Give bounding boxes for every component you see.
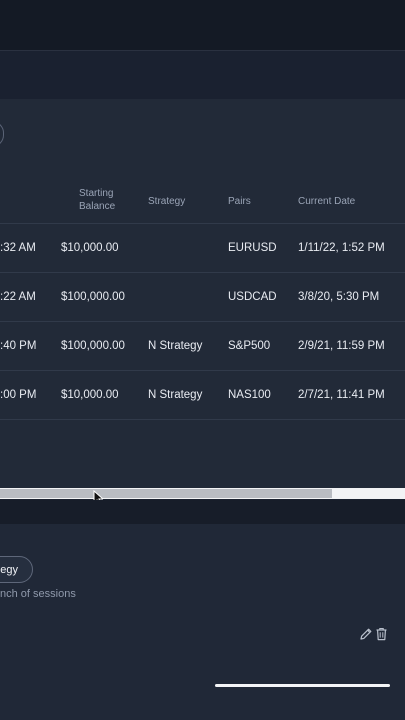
strategy-button[interactable]: egy xyxy=(0,556,33,583)
table-divider xyxy=(0,419,405,420)
cell-pair: S&P500 xyxy=(228,340,271,352)
table-row[interactable]: :22 AM $100,000.00 USDCAD 3/8/20, 5:30 P… xyxy=(0,272,405,321)
strategy-section xyxy=(0,524,405,720)
column-header-starting-balance[interactable]: Starting Balance xyxy=(79,187,115,217)
scrollbar-thumb[interactable] xyxy=(0,489,333,498)
cell-current-date: 3/8/20, 5:30 PM xyxy=(298,291,380,303)
cell-current-date: 2/9/21, 11:59 PM xyxy=(298,340,385,352)
column-header-pairs[interactable]: Pairs xyxy=(228,195,251,225)
home-indicator xyxy=(215,684,390,687)
table-row[interactable]: :40 PM $100,000.00 N Strategy S&P500 2/9… xyxy=(0,321,405,370)
strategy-button-label: egy xyxy=(0,564,18,576)
cell-time: :40 PM xyxy=(0,340,37,352)
top-bar xyxy=(0,0,405,51)
header-text-line1: Starting xyxy=(79,188,114,199)
cell-time: :32 AM xyxy=(0,242,36,254)
pencil-icon[interactable] xyxy=(359,627,373,641)
header-band xyxy=(0,51,405,99)
table-row[interactable]: :00 PM $10,000.00 N Strategy NAS100 2/7/… xyxy=(0,370,405,419)
cell-pair: USDCAD xyxy=(228,291,277,303)
cell-strategy: N Strategy xyxy=(148,340,203,352)
table-row[interactable]: :32 AM $10,000.00 EURUSD 1/11/22, 1:52 P… xyxy=(0,223,405,272)
cell-starting-balance: $10,000.00 xyxy=(61,389,119,401)
section-gap xyxy=(0,500,405,524)
cell-starting-balance: $100,000.00 xyxy=(61,291,125,303)
cell-current-date: 2/7/21, 11:41 PM xyxy=(298,389,385,401)
horizontal-scrollbar[interactable] xyxy=(0,488,405,499)
strategy-subtext: nch of sessions xyxy=(0,588,76,600)
cell-pair: NAS100 xyxy=(228,389,271,401)
cell-time: :22 AM xyxy=(0,291,36,303)
cell-time: :00 PM xyxy=(0,389,37,401)
header-text-line2: Balance xyxy=(79,201,116,212)
cell-starting-balance: $100,000.00 xyxy=(61,340,125,352)
cell-current-date: 1/11/22, 1:52 PM xyxy=(298,242,385,254)
column-header-strategy[interactable]: Strategy xyxy=(148,195,185,225)
trash-icon[interactable] xyxy=(375,627,388,641)
cell-pair: EURUSD xyxy=(228,242,277,254)
column-header-current-date[interactable]: Current Date xyxy=(298,195,355,225)
cell-starting-balance: $10,000.00 xyxy=(61,242,119,254)
cell-strategy: N Strategy xyxy=(148,389,203,401)
